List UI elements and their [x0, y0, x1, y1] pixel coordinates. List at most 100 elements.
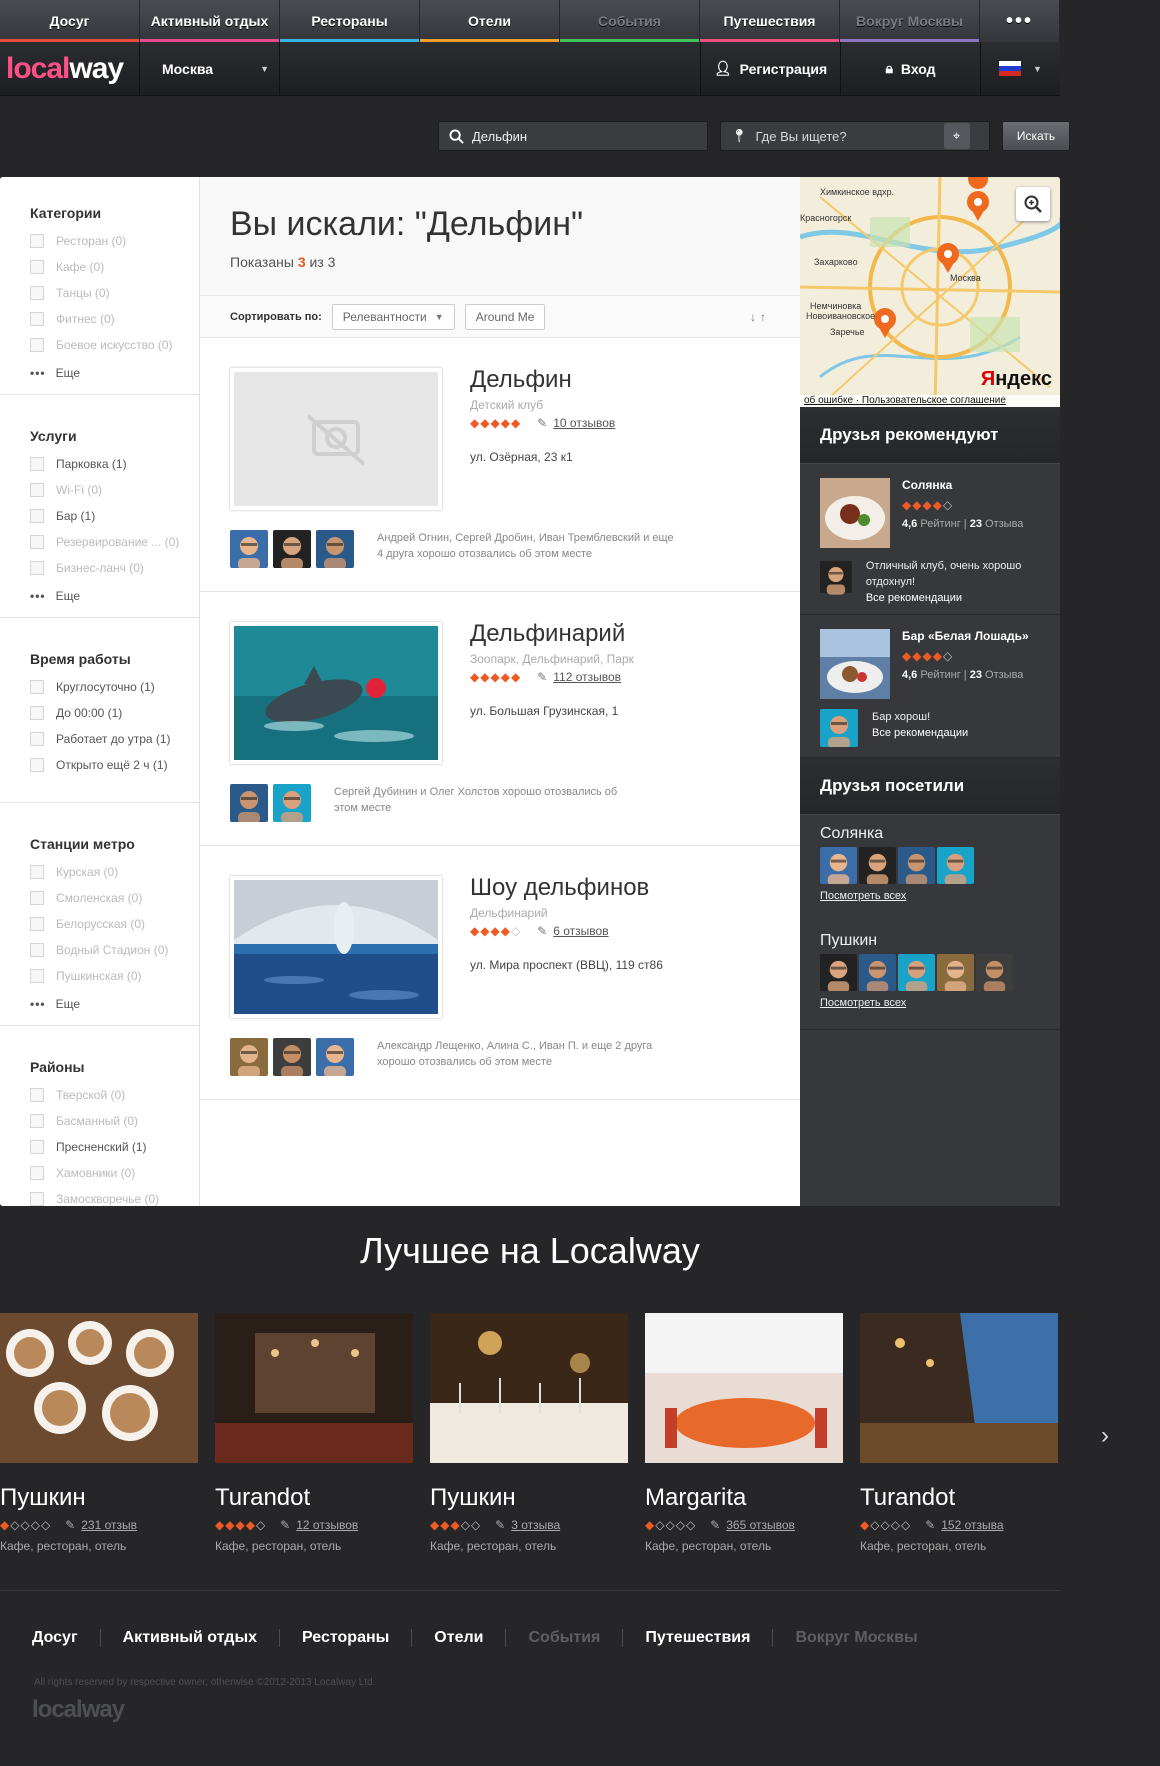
search-field[interactable]: [438, 121, 708, 151]
avatar[interactable]: [898, 847, 935, 884]
checkbox[interactable]: [30, 1140, 44, 1154]
card-image[interactable]: [430, 1313, 628, 1463]
where-input[interactable]: [755, 128, 936, 144]
place-image[interactable]: [820, 629, 890, 699]
reviews-link[interactable]: ✎ 231 отзыв: [65, 1518, 137, 1532]
checkbox[interactable]: [30, 286, 44, 300]
filter-option[interactable]: Хамовники (0): [30, 1160, 199, 1186]
checkbox[interactable]: [30, 312, 44, 326]
card-title[interactable]: Turandot: [215, 1484, 413, 1512]
result-item[interactable]: Дельфинарий Зоопарк, Дельфинарий, Парк ◆◆◆…: [200, 592, 800, 846]
card-image[interactable]: [215, 1313, 413, 1463]
top-nav-item[interactable]: События: [560, 0, 700, 42]
checkbox[interactable]: [30, 969, 44, 983]
all-recommendations-link[interactable]: Все рекомендации: [866, 592, 1040, 604]
checkbox[interactable]: [30, 561, 44, 575]
filter-option[interactable]: Пресненский (1): [30, 1134, 199, 1160]
filter-more-link[interactable]: ••• Еще: [30, 358, 199, 388]
avatar[interactable]: [859, 954, 896, 991]
filter-option[interactable]: Смоленская (0): [30, 885, 199, 911]
top-nav-item[interactable]: Вокруг Москвы: [840, 0, 980, 42]
checkbox[interactable]: [30, 260, 44, 274]
filter-more-link[interactable]: ••• Еще: [30, 581, 199, 611]
language-selector[interactable]: ▼: [980, 42, 1060, 95]
filter-option[interactable]: Танцы (0): [30, 280, 199, 306]
top-nav-item[interactable]: Активный отдых: [140, 0, 280, 42]
sort-select[interactable]: Релевантности ▼: [331, 303, 455, 330]
card-image[interactable]: [0, 1313, 198, 1463]
best-card[interactable]: Turandot ◆◆◆◆◇ ✎ 12 отзывов Кафе, ресторан, …: [215, 1313, 413, 1553]
footer-nav-item[interactable]: Рестораны: [280, 1629, 413, 1647]
checkbox[interactable]: [30, 758, 44, 772]
top-nav-item[interactable]: Отели: [420, 0, 560, 42]
register-button[interactable]: 👤︎ Регистрация: [700, 42, 840, 95]
footer-logo[interactable]: localway: [32, 1696, 1060, 1724]
filter-option[interactable]: Парковка (1): [30, 451, 199, 477]
top-nav-item[interactable]: Рестораны: [280, 0, 420, 42]
city-selector[interactable]: Москва ▼: [140, 42, 280, 95]
footer-nav-item[interactable]: Вокруг Москвы: [773, 1629, 939, 1647]
checkbox[interactable]: [30, 1114, 44, 1128]
checkbox[interactable]: [30, 1088, 44, 1102]
result-thumbnail[interactable]: [230, 622, 442, 764]
filter-option[interactable]: Wi-Fi (0): [30, 477, 199, 503]
filter-option[interactable]: Бизнес-ланч (0): [30, 555, 199, 581]
filter-option[interactable]: Курская (0): [30, 859, 199, 885]
place-name[interactable]: Бар «Белая Лошадь»: [902, 629, 1029, 643]
filter-option[interactable]: Белорусская (0): [30, 911, 199, 937]
filter-option[interactable]: Тверской (0): [30, 1082, 199, 1108]
checkbox[interactable]: [30, 338, 44, 352]
sort-direction-icon[interactable]: ↓↑: [750, 310, 770, 324]
avatar[interactable]: [230, 1038, 268, 1076]
checkbox[interactable]: [30, 943, 44, 957]
result-item[interactable]: Шоу дельфинов Дельфинарий ◆◆◆◆◇ ✎ 6 отзывов у…: [200, 846, 800, 1100]
filter-option[interactable]: Замоскворечье (0): [30, 1186, 199, 1206]
see-all-link[interactable]: Посмотреть всех: [820, 890, 1040, 902]
avatar[interactable]: [316, 530, 354, 568]
avatar[interactable]: [859, 847, 896, 884]
filter-option[interactable]: Водный Стадион (0): [30, 937, 199, 963]
filter-option[interactable]: Пушкинская (0): [30, 963, 199, 989]
visited-place-name[interactable]: Пушкин: [820, 932, 1040, 950]
filter-option[interactable]: Ресторан (0): [30, 228, 199, 254]
avatar[interactable]: [230, 530, 268, 568]
card-image[interactable]: [860, 1313, 1058, 1463]
filter-option[interactable]: Бар (1): [30, 503, 199, 529]
avatar[interactable]: [273, 1038, 311, 1076]
best-card[interactable]: Turandot ◆◇◇◇◇ ✎ 152 отзыва Кафе, ресторан, …: [860, 1313, 1058, 1553]
search-button[interactable]: Искать: [1002, 121, 1070, 151]
map-footer-links[interactable]: об ошибке · Пользовательское соглашение: [800, 395, 1060, 407]
all-recommendations-link[interactable]: Все рекомендации: [872, 727, 968, 739]
filter-option[interactable]: Боевое искусство (0): [30, 332, 199, 358]
best-card[interactable]: Margarita ◆◇◇◇◇ ✎ 365 отзывов Кафе, ресторан…: [645, 1313, 843, 1553]
card-title[interactable]: Turandot: [860, 1484, 1058, 1512]
avatar[interactable]: [273, 530, 311, 568]
top-nav-item[interactable]: Путешествия: [700, 0, 840, 42]
checkbox[interactable]: [30, 234, 44, 248]
best-card[interactable]: Пушкин ◆◆◆◇◇ ✎ 3 отзыва Кафе, ресторан, отел…: [430, 1313, 628, 1553]
avatar[interactable]: [820, 558, 852, 596]
checkbox[interactable]: [30, 457, 44, 471]
result-title[interactable]: Дельфинарий: [470, 620, 770, 648]
checkbox[interactable]: [30, 891, 44, 905]
footer-nav-item[interactable]: События: [506, 1629, 624, 1647]
best-card[interactable]: Пушкин ◆◇◇◇◇ ✎ 231 отзыв Кафе, ресторан, оте…: [0, 1313, 198, 1553]
avatar[interactable]: [898, 954, 935, 991]
filter-option[interactable]: Фитнес (0): [30, 306, 199, 332]
checkbox[interactable]: [30, 1192, 44, 1206]
footer-nav-item[interactable]: Досуг: [10, 1629, 101, 1647]
filter-more-link[interactable]: ••• Еще: [30, 989, 199, 1019]
reviews-link[interactable]: ✎ 3 отзыва: [495, 1518, 560, 1532]
checkbox[interactable]: [30, 1166, 44, 1180]
filter-option[interactable]: Круглосуточно (1): [30, 674, 199, 700]
checkbox[interactable]: [30, 865, 44, 879]
card-title[interactable]: Margarita: [645, 1484, 843, 1512]
result-title[interactable]: Дельфин: [470, 366, 770, 394]
reviews-link[interactable]: ✎ 152 отзыва: [925, 1518, 1003, 1532]
reviews-link[interactable]: ✎ 365 отзывов: [710, 1518, 795, 1532]
card-title[interactable]: Пушкин: [0, 1484, 198, 1512]
result-item[interactable]: Дельфин Детский клуб ◆◆◆◆◆ ✎ 10 отзывов ул. О…: [200, 338, 800, 592]
where-field[interactable]: 📍︎ ⌖: [720, 121, 990, 151]
result-title[interactable]: Шоу дельфинов: [470, 874, 770, 902]
reviews-link[interactable]: ✎ 112 отзывов: [537, 670, 621, 684]
